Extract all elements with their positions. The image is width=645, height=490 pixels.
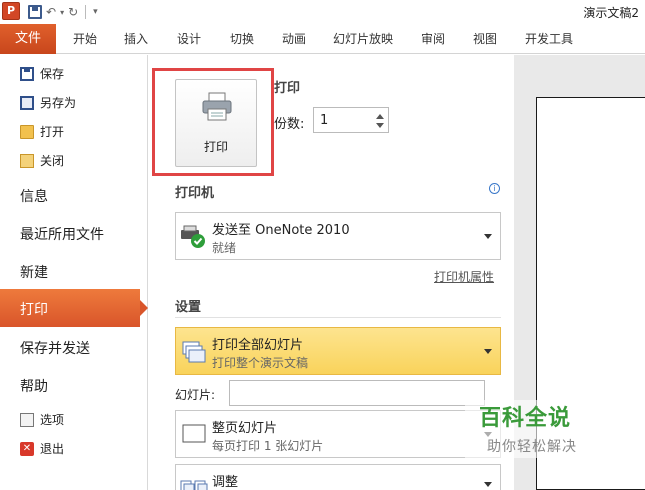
copies-value[interactable]: 1 (320, 113, 328, 128)
slides-input[interactable] (229, 380, 485, 406)
nav-save-as[interactable]: 另存为 (20, 94, 76, 111)
toolbar-separator (85, 5, 87, 19)
open-folder-icon (20, 124, 34, 139)
print-button-highlight (152, 68, 274, 176)
chevron-down-icon (484, 234, 492, 239)
watermark-subtitle: 助你轻松解决 (487, 439, 577, 455)
nav-options[interactable]: 选项 (20, 411, 64, 428)
nav-recent[interactable]: 最近所用文件 (20, 224, 104, 244)
all-slides-icon (182, 341, 206, 363)
tab-transitions[interactable]: 切换 (230, 30, 254, 47)
printer-dropdown[interactable]: 发送至 OneNote 2010 就绪 (175, 212, 501, 260)
copies-label: 份数: (274, 117, 305, 132)
spin-down-icon[interactable] (376, 123, 384, 128)
spin-up-icon[interactable] (376, 114, 384, 119)
tab-developer[interactable]: 开发工具 (525, 30, 573, 47)
tab-file[interactable]: 文件 (0, 24, 56, 54)
tab-slideshow[interactable]: 幻灯片放映 (333, 30, 393, 47)
settings-section-title: 设置 (175, 300, 202, 315)
watermark-title: 百科全说 (479, 406, 572, 431)
full-page-slide-icon (182, 424, 206, 443)
layout-main: 整页幻灯片 (212, 421, 278, 436)
print-range-main: 打印全部幻灯片 (212, 338, 304, 353)
customize-toolbar-icon[interactable]: ▾ (93, 7, 98, 17)
tab-insert[interactable]: 插入 (124, 30, 148, 47)
nav-save-send[interactable]: 保存并发送 (20, 338, 90, 358)
save-icon (20, 66, 34, 81)
options-icon (20, 412, 34, 427)
tab-animations[interactable]: 动画 (282, 30, 306, 47)
window-title: 演示文稿2 (583, 6, 639, 20)
nav-save-label: 保存 (40, 67, 65, 81)
printer-section-title: 打印机 (175, 186, 215, 201)
layout-sub: 每页打印 1 张幻灯片 (212, 439, 324, 453)
print-section-title: 打印 (274, 81, 301, 96)
save-as-icon (20, 95, 34, 110)
printer-status: 就绪 (212, 241, 237, 255)
info-icon[interactable]: i (489, 183, 500, 194)
slides-label: 幻灯片: (175, 388, 216, 402)
close-folder-icon (20, 153, 34, 168)
nav-exit-label: 退出 (40, 442, 65, 456)
printer-properties-link[interactable]: 打印机属性 (434, 268, 494, 285)
watermark: 百科全说 助你轻松解决 (465, 400, 625, 458)
nav-new[interactable]: 新建 (20, 262, 48, 282)
exit-icon: ✕ (20, 441, 34, 456)
nav-save-as-label: 另存为 (40, 96, 77, 110)
ribbon-tabs: 文件 开始 插入 设计 切换 动画 幻灯片放映 审阅 视图 开发工具 (0, 24, 645, 54)
undo-dropdown-icon[interactable]: ▾ (60, 8, 64, 17)
powerpoint-app-icon[interactable]: P (2, 2, 20, 20)
nav-open[interactable]: 打开 (20, 123, 64, 140)
nav-print[interactable]: 打印 (0, 289, 148, 327)
nav-info[interactable]: 信息 (20, 186, 48, 206)
chevron-down-icon (484, 349, 492, 354)
layout-dropdown[interactable]: 整页幻灯片 每页打印 1 张幻灯片 (175, 410, 501, 458)
tab-design[interactable]: 设计 (177, 30, 201, 47)
print-range-dropdown[interactable]: 打印全部幻灯片 打印整个演示文稿 (175, 327, 501, 375)
nav-close[interactable]: 关闭 (20, 152, 64, 169)
collate-main: 调整 (212, 475, 239, 490)
collate-icon (180, 480, 208, 490)
nav-print-label: 打印 (20, 302, 48, 318)
title-bar: P ↶ ▾ ↻ ▾ 演示文稿2 (0, 0, 645, 24)
collate-dropdown[interactable]: 调整 (175, 464, 501, 490)
copies-spinner[interactable]: 1 (313, 107, 389, 133)
printer-ready-icon (181, 225, 205, 248)
print-range-sub: 打印整个演示文稿 (212, 356, 309, 370)
nav-options-label: 选项 (40, 413, 65, 427)
tab-home[interactable]: 开始 (73, 30, 97, 47)
nav-save[interactable]: 保存 (20, 65, 64, 82)
nav-close-label: 关闭 (40, 154, 65, 168)
nav-help[interactable]: 帮助 (20, 376, 48, 396)
nav-exit[interactable]: ✕ 退出 (20, 440, 64, 457)
save-icon[interactable] (28, 5, 42, 19)
tab-review[interactable]: 审阅 (421, 30, 445, 47)
undo-icon[interactable]: ↶ (46, 5, 56, 19)
tab-view[interactable]: 视图 (473, 30, 497, 47)
nav-open-label: 打开 (40, 125, 65, 139)
backstage-nav: 保存 另存为 打开 关闭 信息 最近所用文件 新建 打印 保存并发送 帮助 选项… (0, 55, 148, 490)
chevron-down-icon (484, 482, 492, 487)
redo-icon[interactable]: ↻ (68, 5, 78, 19)
settings-divider (175, 317, 501, 318)
quick-access-toolbar: ↶ ▾ ↻ ▾ (28, 2, 98, 22)
printer-name: 发送至 OneNote 2010 (212, 223, 350, 238)
